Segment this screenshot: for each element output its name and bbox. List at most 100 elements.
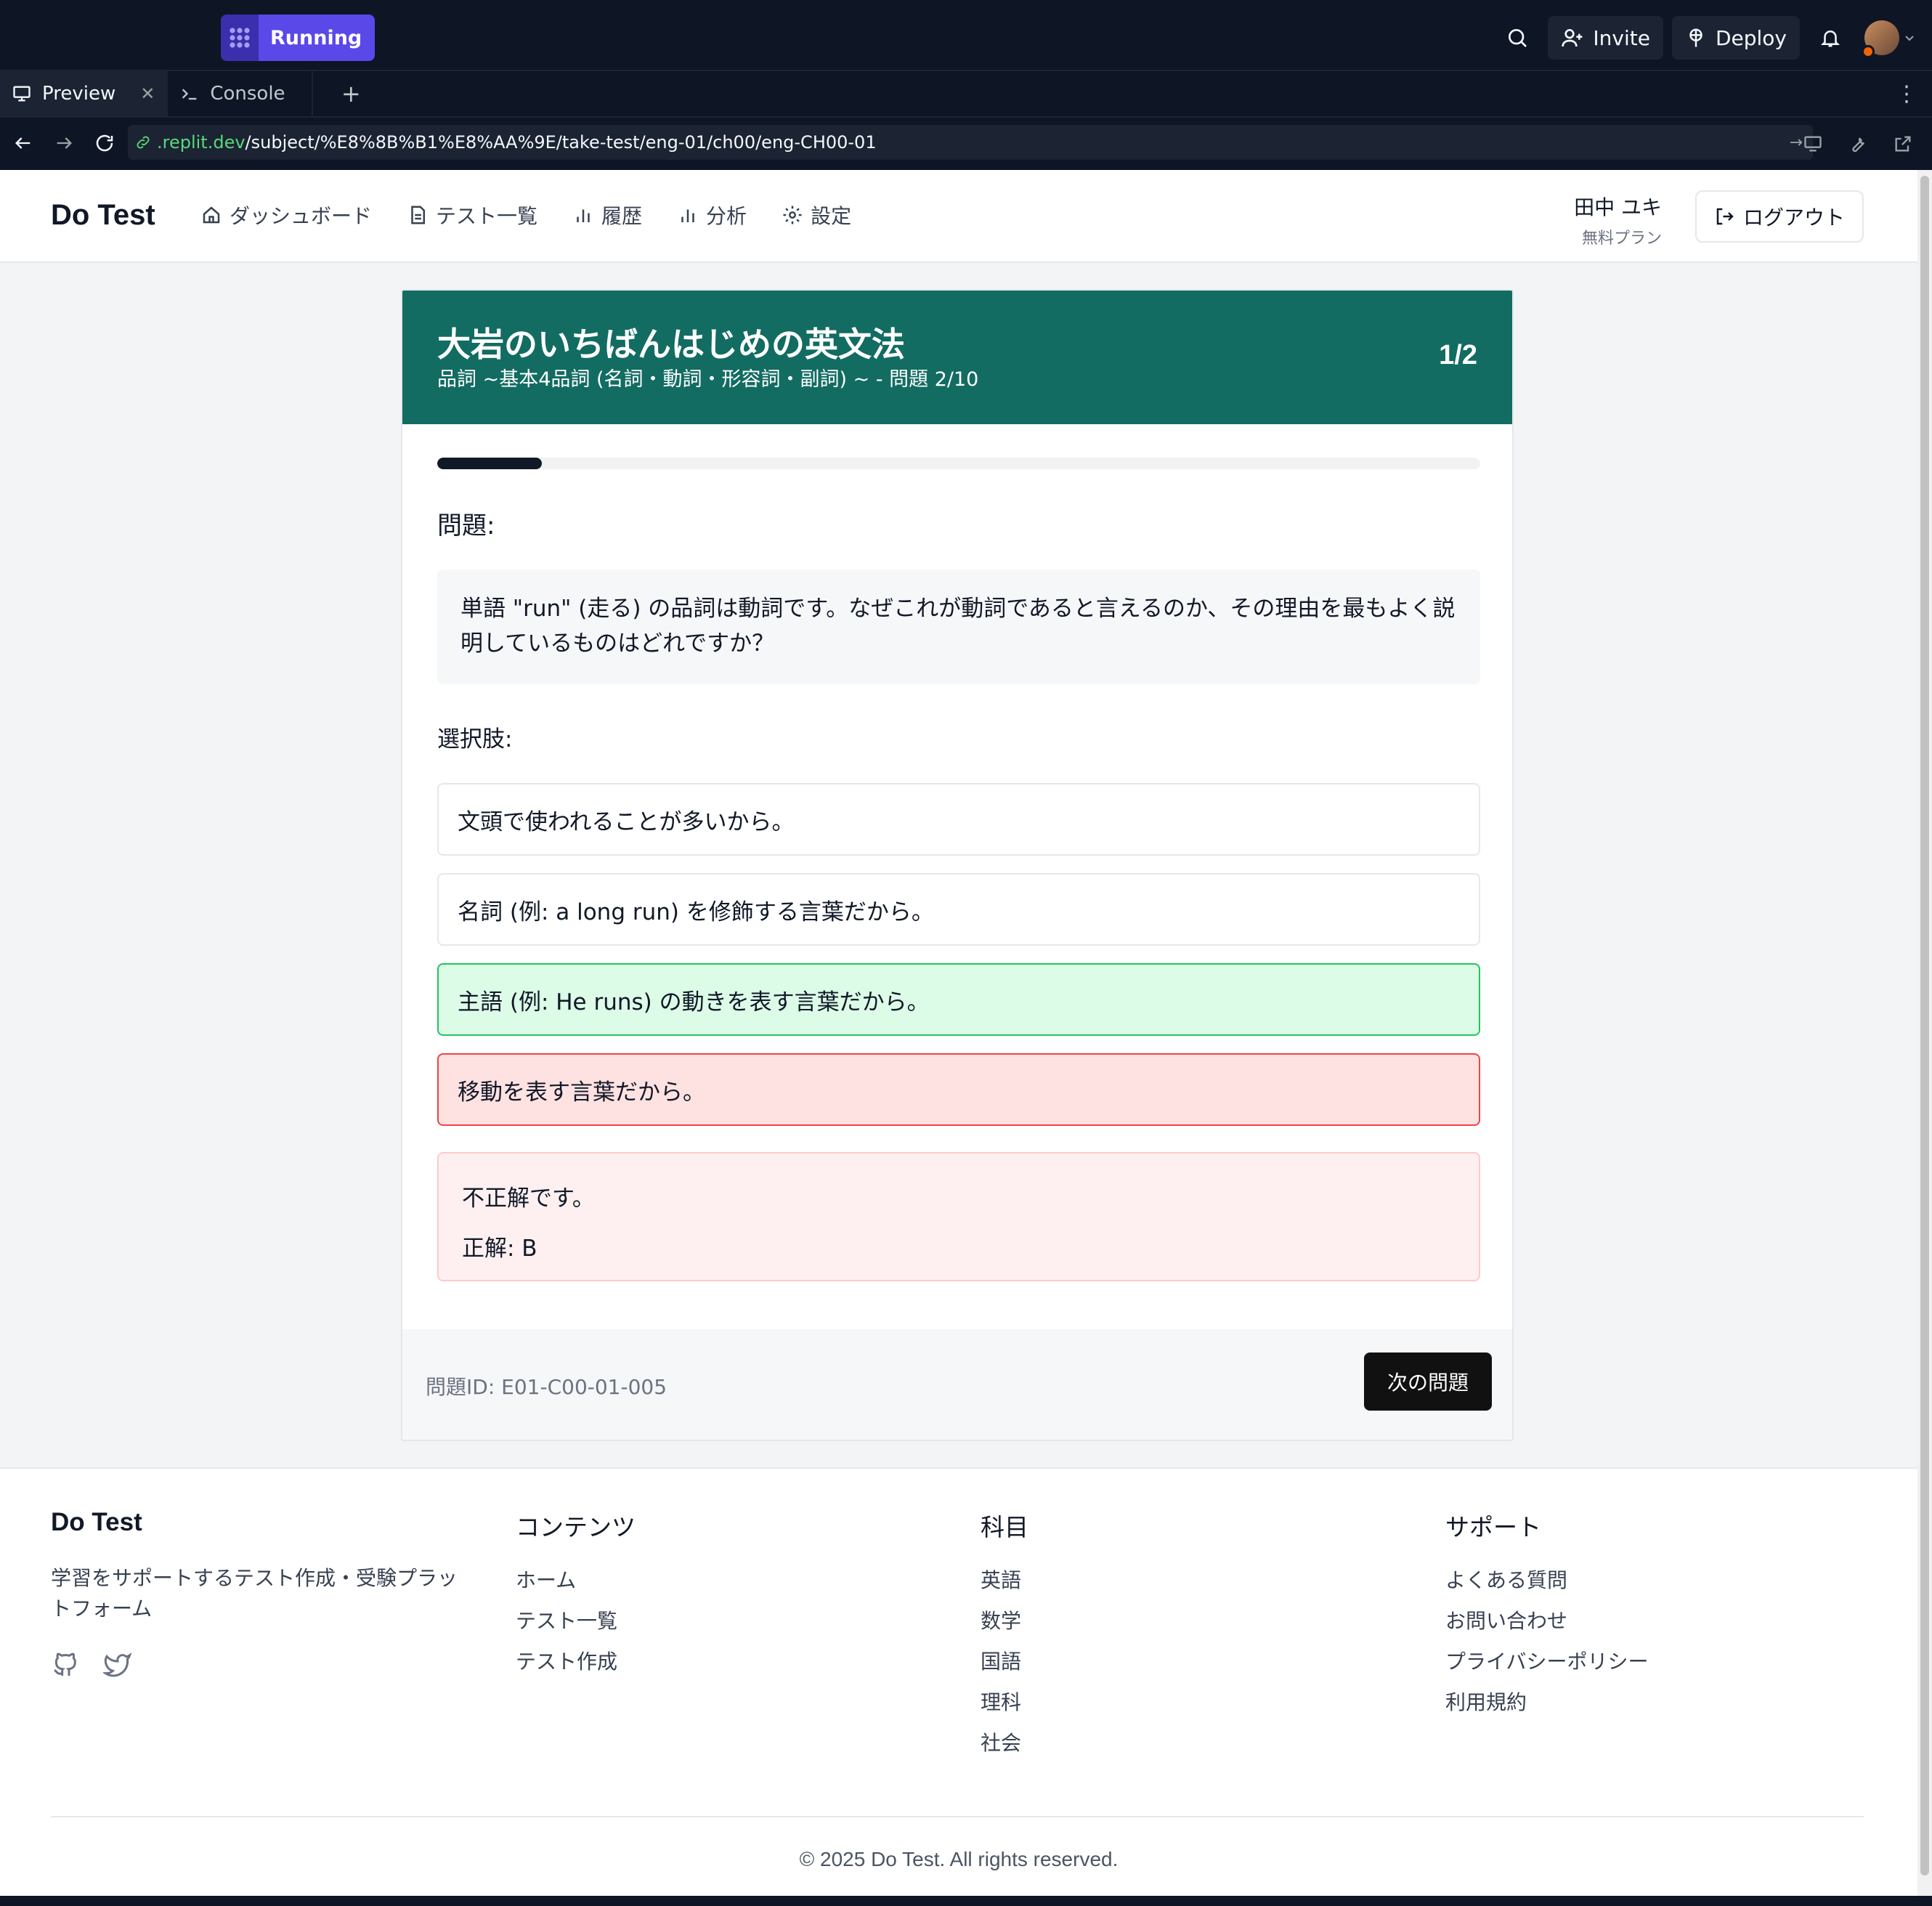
chevron-down-icon bbox=[1905, 36, 1914, 41]
footer-link-home[interactable]: ホーム bbox=[516, 1565, 636, 1605]
url-field[interactable]: .replit.dev/subject/%E8%8B%B1%E8%AA%9E/t… bbox=[128, 125, 1813, 160]
test-card: 大岩のいちばんはじめの英文法 品詞 ~基本4品詞 (名詞・動詞・形容詞・副詞) … bbox=[401, 289, 1514, 1441]
terminal-icon bbox=[182, 89, 197, 100]
user-avatar-button[interactable] bbox=[1861, 16, 1919, 60]
logout-label: ログアウト bbox=[1742, 206, 1845, 230]
ide-bottom-edge bbox=[0, 1896, 1932, 1906]
home-icon bbox=[203, 206, 220, 224]
external-link-icon[interactable] bbox=[1883, 123, 1923, 164]
nav-settings[interactable]: 設定 bbox=[782, 200, 851, 230]
footer-link-science[interactable]: 理科 bbox=[981, 1687, 1028, 1727]
footer-column-title: サポート bbox=[1445, 1513, 1541, 1541]
tab-preview[interactable]: Preview ✕ bbox=[0, 71, 169, 116]
nav-test-list[interactable]: テスト一覧 bbox=[407, 200, 537, 230]
footer-description: 学習をサポートするテスト作成・受験プラットフォーム bbox=[51, 1566, 458, 1621]
footer-link-test-list[interactable]: テスト一覧 bbox=[516, 1605, 636, 1646]
avatar bbox=[1862, 20, 1899, 58]
user-name: 田中 ユキ bbox=[1574, 195, 1662, 219]
progress-bar bbox=[437, 458, 1480, 469]
reload-icon[interactable] bbox=[84, 123, 125, 163]
devtools-monitor-icon[interactable] bbox=[1793, 123, 1833, 164]
footer-link-math[interactable]: 数学 bbox=[981, 1605, 1028, 1646]
site-footer: Do Test 学習をサポートするテスト作成・受験プラットフォーム コンテンツ … bbox=[0, 1467, 1917, 1896]
footer-link-privacy[interactable]: プライバシーポリシー bbox=[1445, 1646, 1648, 1687]
choice-option-b[interactable]: 名詞 (例: a long run) を修飾する言葉だから。 bbox=[437, 873, 1480, 946]
nav-dashboard[interactable]: ダッシュボード bbox=[200, 200, 372, 230]
tab-console-label: Console bbox=[210, 83, 285, 105]
close-icon[interactable]: ✕ bbox=[140, 84, 155, 104]
footer-column-support: サポート よくある質問 お問い合わせ プライバシーポリシー 利用規約 bbox=[1445, 1508, 1648, 1727]
tab-bar: Preview ✕ Console + ⋮ bbox=[0, 71, 1932, 118]
footer-link-terms[interactable]: 利用規約 bbox=[1445, 1687, 1648, 1727]
site-logo[interactable]: Do Test bbox=[51, 199, 155, 232]
tab-console[interactable]: Console bbox=[168, 71, 314, 116]
nav-analysis-label: 分析 bbox=[706, 204, 747, 228]
test-title: 大岩のいちばんはじめの英文法 bbox=[437, 325, 905, 364]
question-label: 問題: bbox=[437, 511, 495, 540]
deploy-button[interactable]: Deploy bbox=[1671, 16, 1800, 60]
bell-icon[interactable] bbox=[1809, 16, 1852, 60]
nav-history[interactable]: 履歴 bbox=[572, 200, 642, 230]
footer-brand: Do Test bbox=[51, 1508, 142, 1536]
run-status-label: Running bbox=[259, 15, 376, 61]
nav-settings-label: 設定 bbox=[811, 204, 852, 228]
choice-option-a[interactable]: 文頭で使われることが多いから。 bbox=[437, 783, 1480, 856]
logout-icon bbox=[1716, 208, 1734, 225]
footer-link-create-test[interactable]: テスト作成 bbox=[516, 1646, 636, 1687]
invite-label: Invite bbox=[1593, 25, 1650, 50]
logout-button[interactable]: ログアウト bbox=[1695, 190, 1864, 243]
feedback-result: 不正解です。 bbox=[462, 1185, 595, 1212]
footer-link-contact[interactable]: お問い合わせ bbox=[1445, 1605, 1648, 1646]
choice-option-c[interactable]: 主語 (例: He runs) の動きを表す言葉だから。 bbox=[437, 963, 1480, 1036]
back-icon[interactable] bbox=[3, 123, 44, 163]
github-icon[interactable] bbox=[51, 1650, 80, 1679]
preview-page: Do Test ダッシュボード テスト一覧 履歴 分析 設定 田中 ユキ 無料プ… bbox=[0, 170, 1917, 1896]
twitter-icon[interactable] bbox=[103, 1650, 132, 1679]
footer-divider bbox=[51, 1816, 1864, 1817]
choice-option-d[interactable]: 移動を表す言葉だから。 bbox=[437, 1053, 1480, 1126]
monitor-icon bbox=[13, 86, 31, 102]
nav-test-list-label: テスト一覧 bbox=[436, 204, 538, 228]
footer-link-social[interactable]: 社会 bbox=[981, 1727, 1028, 1768]
progress-fill bbox=[437, 458, 542, 469]
footer-link-english[interactable]: 英語 bbox=[981, 1565, 1028, 1605]
document-icon bbox=[411, 206, 426, 224]
feedback-answer: 正解: B bbox=[462, 1236, 537, 1262]
scrollbar-thumb[interactable] bbox=[1920, 176, 1929, 1875]
tab-preview-label: Preview bbox=[42, 83, 116, 105]
link-icon bbox=[137, 136, 150, 149]
footer-link-japanese[interactable]: 国語 bbox=[981, 1646, 1028, 1687]
forward-icon[interactable] bbox=[44, 123, 84, 163]
bar-chart-icon bbox=[681, 209, 694, 222]
page-scrollbar[interactable] bbox=[1917, 170, 1932, 1896]
test-subtitle: 品詞 ~基本4品詞 (名詞・動詞・形容詞・副詞) ~ - 問題 2/10 bbox=[437, 368, 979, 391]
card-footer: 問題ID: E01-C00-01-005 次の問題 bbox=[402, 1329, 1512, 1440]
question-text: 単語 "run" (走る) の品詞は動詞です。なぜこれが動詞であると言えるのか、… bbox=[437, 569, 1480, 684]
nav-dashboard-label: ダッシュボード bbox=[230, 204, 373, 228]
invite-button[interactable]: Invite bbox=[1548, 16, 1663, 60]
url-path: /subject/%E8%8B%B1%E8%AA%9E/take-test/en… bbox=[245, 132, 877, 153]
footer-link-faq[interactable]: よくある質問 bbox=[1445, 1565, 1648, 1605]
nav-history-label: 履歴 bbox=[601, 204, 643, 228]
footer-column-title: 科目 bbox=[981, 1513, 1028, 1541]
add-tab-icon[interactable]: + bbox=[328, 71, 374, 116]
footer-column-subjects: 科目 英語 数学 国語 理科 社会 bbox=[981, 1508, 1028, 1768]
ide-top-bar: Running Invite Deploy bbox=[0, 0, 1932, 71]
deploy-icon bbox=[1689, 28, 1702, 47]
bar-chart-icon bbox=[577, 209, 590, 222]
test-header: 大岩のいちばんはじめの英文法 品詞 ~基本4品詞 (名詞・動詞・形容詞・副詞) … bbox=[402, 291, 1512, 424]
more-options-icon[interactable]: ⋮ bbox=[1896, 81, 1917, 107]
test-counter: 1/2 bbox=[1439, 340, 1477, 370]
run-status-button[interactable]: Running bbox=[221, 15, 376, 61]
next-question-button[interactable]: 次の問題 bbox=[1364, 1353, 1492, 1411]
add-user-icon bbox=[1562, 29, 1583, 47]
feedback-box: 不正解です。 正解: B bbox=[437, 1152, 1480, 1281]
site-header: Do Test ダッシュボード テスト一覧 履歴 分析 設定 田中 ユキ 無料プ… bbox=[0, 170, 1917, 263]
search-icon[interactable] bbox=[1495, 16, 1539, 60]
choices-label: 選択肢: bbox=[437, 726, 513, 753]
social-links bbox=[51, 1650, 132, 1679]
user-plan: 無料プラン bbox=[1581, 230, 1662, 248]
nav-analysis[interactable]: 分析 bbox=[677, 200, 747, 230]
wrench-icon[interactable] bbox=[1838, 123, 1878, 164]
user-info: 田中 ユキ 無料プラン bbox=[1574, 192, 1662, 248]
